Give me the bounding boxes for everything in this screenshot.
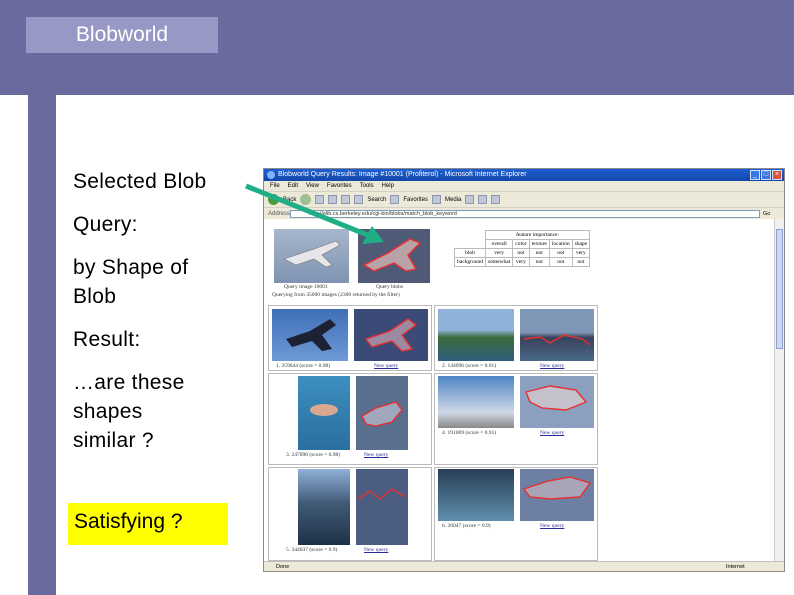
pointer-arrow — [245, 183, 371, 239]
annotation-arrow-layer — [245, 183, 384, 244]
